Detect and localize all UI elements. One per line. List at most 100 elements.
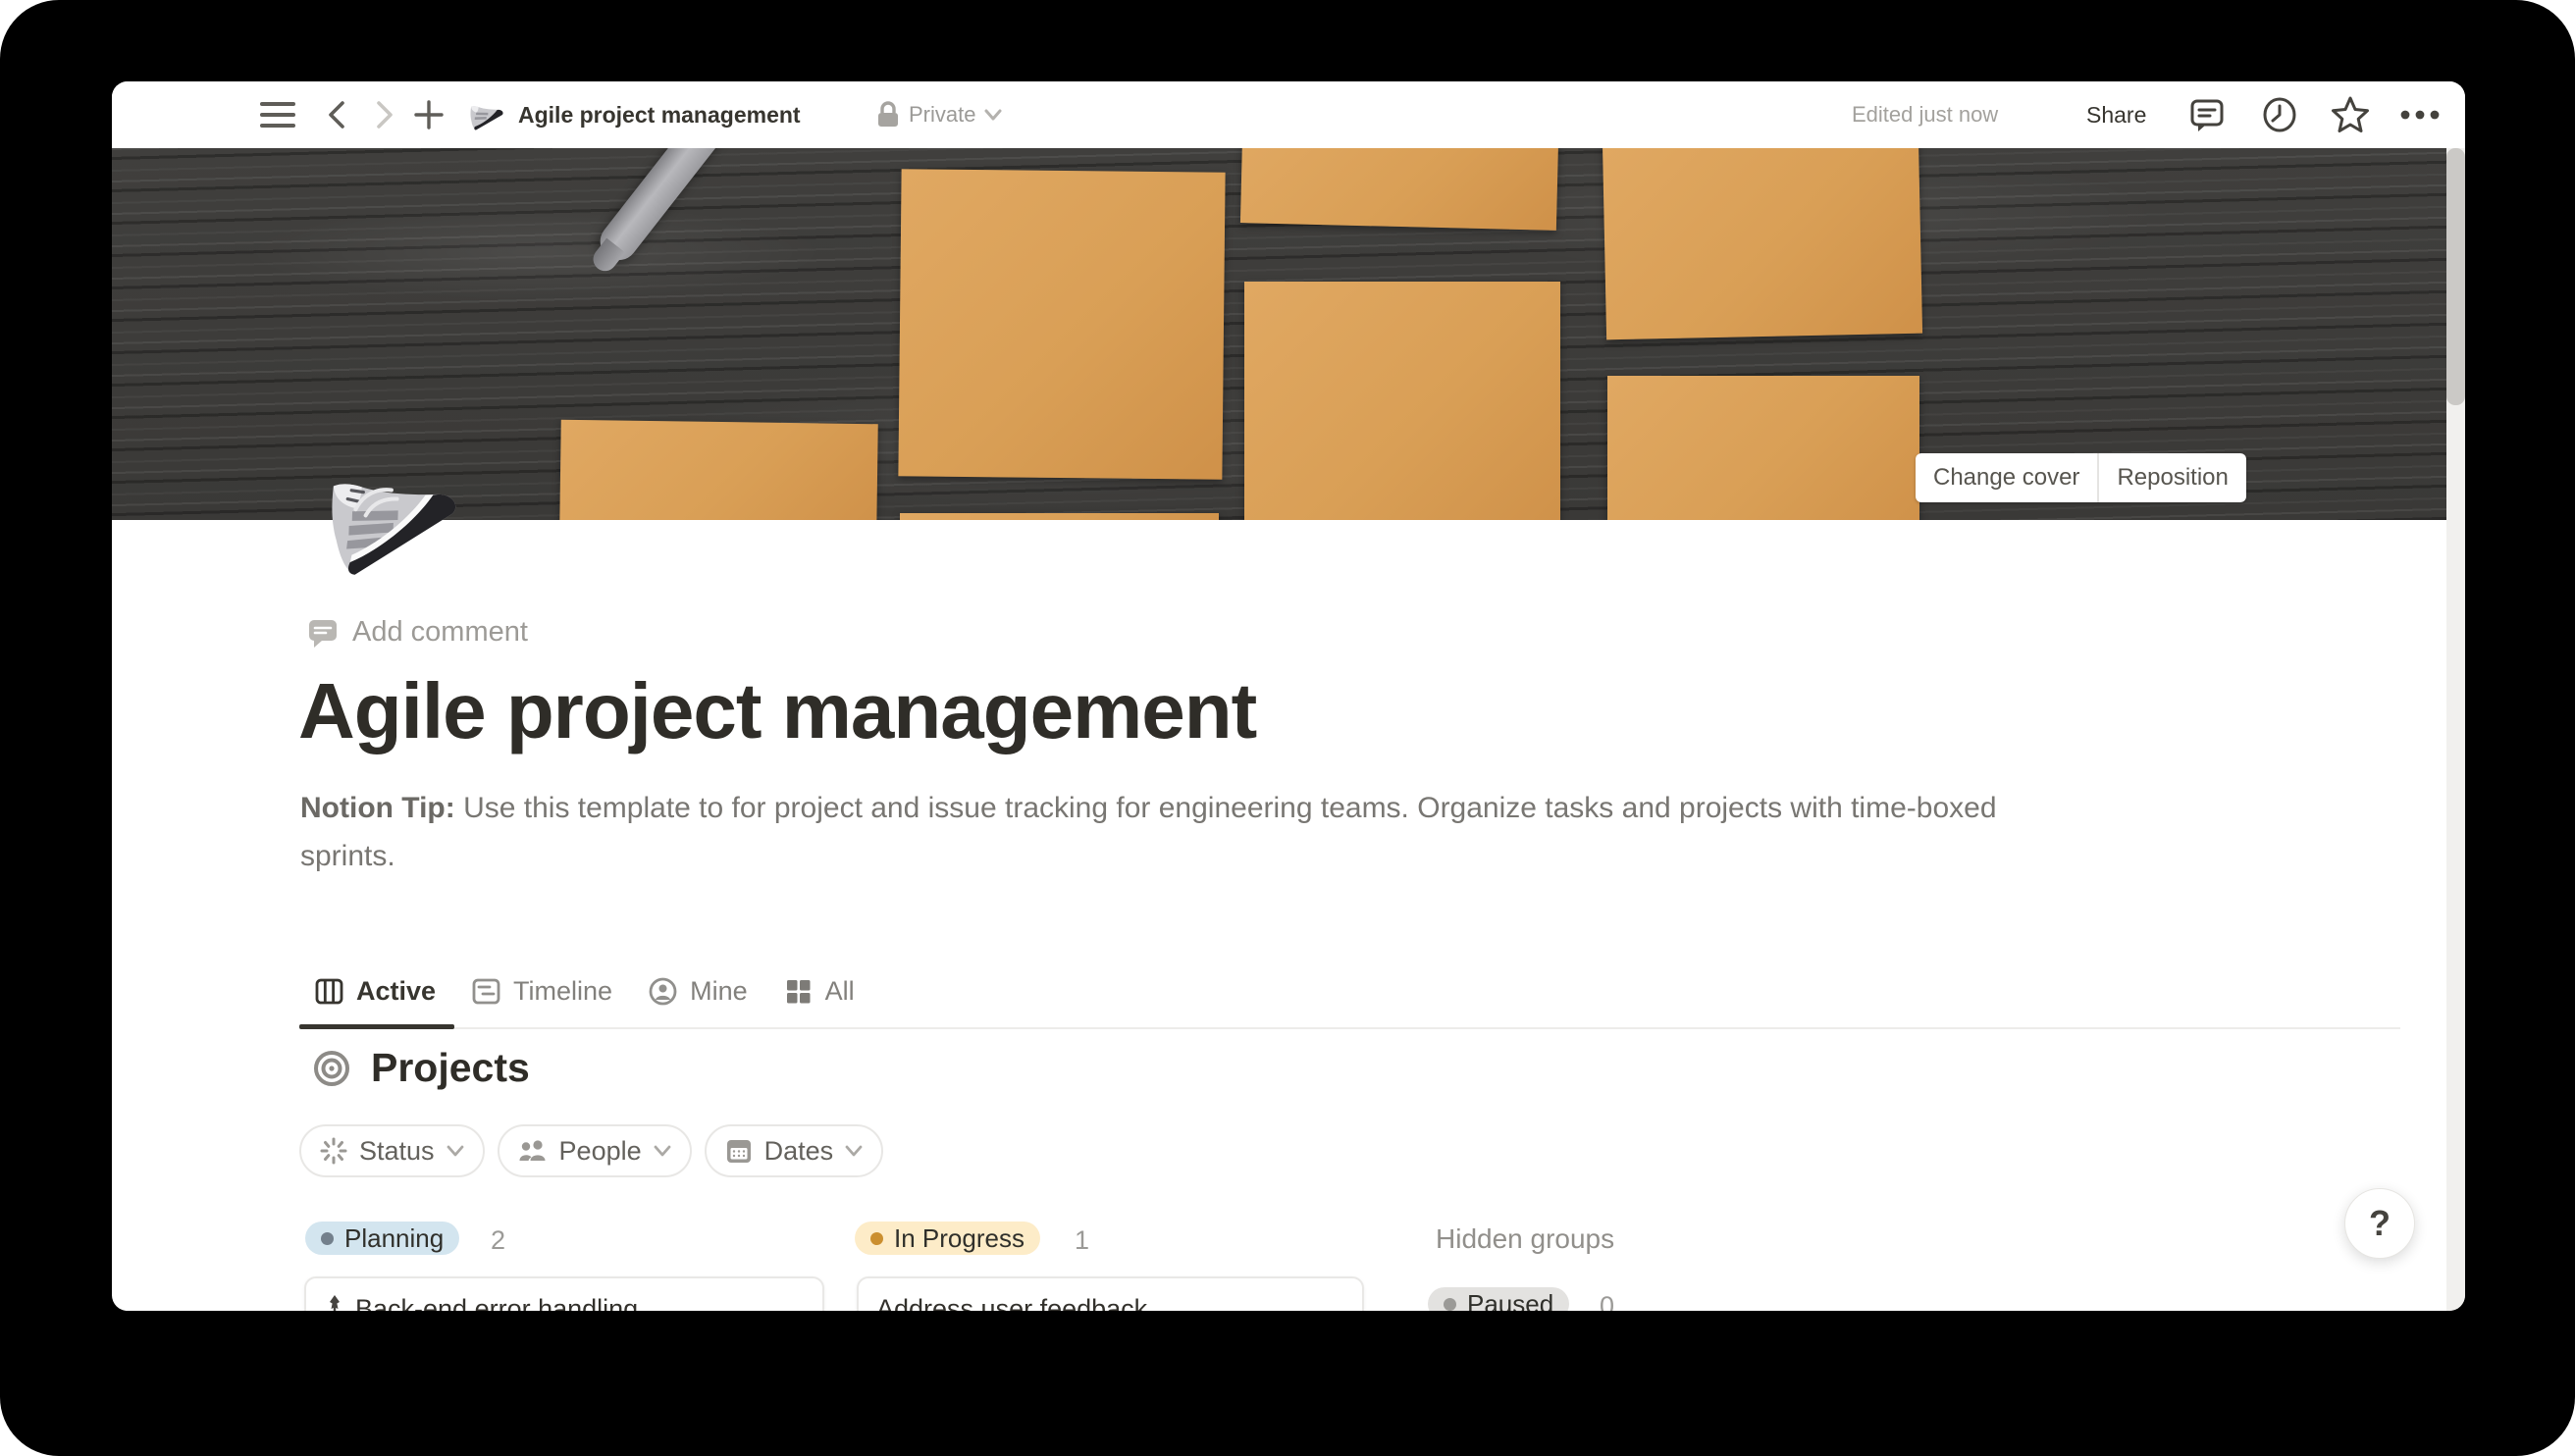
plus-icon: [411, 97, 447, 132]
projects-title[interactable]: Projects: [371, 1045, 530, 1091]
tab-mine[interactable]: Mine: [648, 976, 748, 1007]
target-icon: [312, 1049, 351, 1088]
add-comment-label: Add comment: [352, 616, 528, 649]
sticky-note: [1240, 148, 1558, 231]
tab-timeline[interactable]: Timeline: [471, 976, 612, 1007]
more-options-button[interactable]: [2398, 81, 2442, 148]
filter-status[interactable]: Status: [299, 1124, 485, 1177]
tab-all[interactable]: All: [783, 976, 855, 1007]
comments-button[interactable]: [2186, 81, 2228, 148]
notion-tip-body: Use this template to for project and iss…: [300, 792, 1997, 872]
notion-tip-lead: Notion Tip:: [300, 792, 455, 824]
chevron-left-icon: [322, 98, 351, 131]
tab-active[interactable]: Active: [314, 976, 436, 1007]
projects-header: Projects: [312, 1045, 530, 1091]
page-title[interactable]: Agile project management: [298, 666, 1256, 756]
chevron-down-icon: [653, 1144, 672, 1158]
clock-icon: [2259, 94, 2300, 135]
updates-button[interactable]: [2259, 81, 2300, 148]
tab-label: Active: [356, 976, 436, 1007]
sticky-note: [1244, 282, 1560, 520]
sneaker-icon: [304, 435, 461, 597]
filter-label: Status: [359, 1136, 435, 1167]
filter-chips: Status People: [299, 1124, 883, 1177]
sticky-note: [1607, 376, 1919, 520]
group-badge-planning[interactable]: Planning: [305, 1222, 459, 1255]
notion-window: Agile project management Private Edited …: [112, 81, 2465, 1311]
scrollbar-thumb[interactable]: [2446, 148, 2465, 405]
card-title: Back-end error handling: [355, 1294, 638, 1311]
star-icon: [2329, 93, 2372, 136]
page-icon[interactable]: [304, 435, 461, 597]
forward-button[interactable]: [370, 81, 399, 148]
comment-icon: [2186, 94, 2228, 135]
status-spinner-icon: [319, 1136, 348, 1166]
favorite-button[interactable]: [2329, 81, 2372, 148]
page-icon-small: [463, 81, 504, 148]
project-card[interactable]: Address user feedback: [857, 1276, 1364, 1311]
notion-tip: Notion Tip: Use this template to for pro…: [300, 784, 2008, 880]
group-badge-in-progress[interactable]: In Progress: [855, 1222, 1040, 1255]
chevron-down-icon: [983, 108, 1003, 122]
reposition-button[interactable]: Reposition: [2099, 453, 2245, 502]
tab-label: Timeline: [513, 976, 612, 1007]
group-badge-paused[interactable]: Paused: [1428, 1287, 1569, 1311]
breadcrumb-page-title[interactable]: Agile project management: [518, 81, 801, 148]
person-circle-icon: [648, 976, 678, 1007]
group-label: Planning: [344, 1223, 444, 1254]
grid-view-icon: [783, 976, 814, 1007]
tab-label: All: [825, 976, 855, 1007]
back-button[interactable]: [322, 81, 351, 148]
active-tab-underline: [299, 1024, 454, 1029]
edited-status: Edited just now: [1852, 81, 1998, 148]
sidebar-menu-button[interactable]: [259, 81, 296, 148]
cover-buttons: Change cover Reposition: [1916, 453, 2246, 502]
filter-label: Dates: [764, 1136, 834, 1167]
chevron-down-icon: [844, 1144, 864, 1158]
filter-label: People: [559, 1136, 642, 1167]
ellipsis-icon: [2398, 109, 2442, 121]
card-title: Address user feedback: [876, 1294, 1147, 1311]
group-label: In Progress: [894, 1223, 1025, 1254]
help-button[interactable]: ?: [2344, 1188, 2415, 1259]
lock-icon: [875, 100, 901, 130]
chevron-down-icon: [446, 1144, 465, 1158]
page-cover: Change cover Reposition: [112, 148, 2465, 520]
scrollbar-track[interactable]: [2446, 148, 2465, 1311]
privacy-control[interactable]: Private: [875, 81, 1003, 148]
hidden-groups-label: Hidden groups: [1436, 1223, 1614, 1255]
sticky-note: [900, 513, 1219, 520]
screenshot-background: Agile project management Private Edited …: [0, 0, 2575, 1456]
sticky-note: [1603, 148, 1922, 339]
sneaker-icon: [463, 94, 504, 135]
people-icon: [517, 1136, 549, 1166]
status-dot: [321, 1232, 334, 1245]
sticky-note: [559, 420, 878, 520]
group-label: Paused: [1467, 1289, 1553, 1312]
new-page-button[interactable]: [411, 81, 447, 148]
filter-dates[interactable]: Dates: [705, 1124, 884, 1177]
timeline-view-icon: [471, 976, 501, 1007]
comment-icon: [307, 617, 339, 649]
change-cover-button[interactable]: Change cover: [1916, 453, 2097, 502]
tabs-divider: [300, 1027, 2400, 1029]
chevron-right-icon: [370, 98, 399, 131]
add-comment-button[interactable]: Add comment: [307, 616, 528, 649]
stylus-pen-photo: [593, 148, 840, 268]
topbar: Agile project management Private Edited …: [112, 81, 2465, 148]
project-card[interactable]: Back-end error handling: [304, 1276, 824, 1311]
group-count: 1: [1075, 1225, 1089, 1256]
status-dot: [870, 1232, 883, 1245]
privacy-label: Private: [909, 102, 975, 128]
filter-people[interactable]: People: [498, 1124, 692, 1177]
status-dot: [1444, 1298, 1456, 1311]
view-tabs: Active Timeline Mine: [314, 976, 855, 1007]
sticky-note: [898, 169, 1225, 479]
pushpin-icon: [324, 1294, 345, 1311]
group-count: 2: [491, 1225, 505, 1256]
calendar-icon: [724, 1136, 754, 1166]
tab-label: Mine: [690, 976, 748, 1007]
board-view-icon: [314, 976, 344, 1007]
group-count: 0: [1600, 1291, 1614, 1311]
share-button[interactable]: Share: [2086, 81, 2146, 148]
